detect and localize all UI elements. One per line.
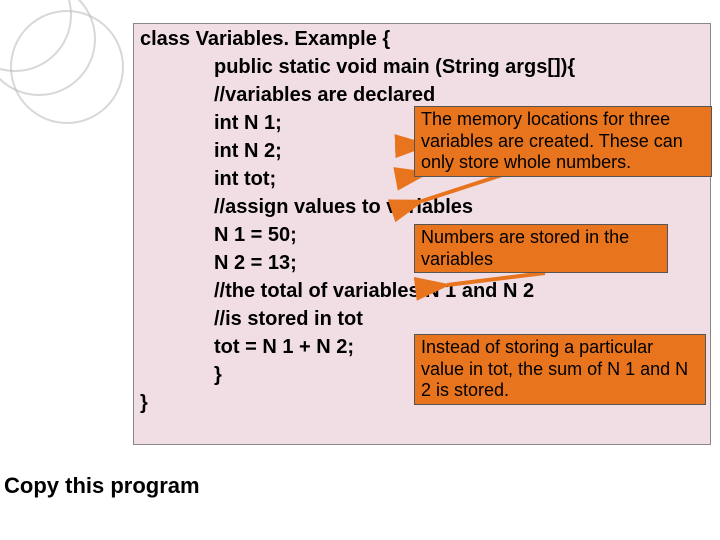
code-line-9: N 2 = 13; [214,252,297,275]
callout-total: Instead of storing a particular value in… [414,334,706,405]
code-line-13: } [214,364,222,387]
instruction-text: Copy this program [4,473,200,499]
code-line-5: int N 2; [214,140,282,163]
code-line-7: //assign values to variables [214,196,473,219]
code-box: class Variables. Example { public static… [133,23,711,445]
code-line-3: //variables are declared [214,84,435,107]
code-line-12: tot = N 1 + N 2; [214,336,354,359]
code-line-8: N 1 = 50; [214,224,297,247]
callout-numbers: Numbers are stored in the variables [414,224,668,273]
bg-circle-3 [10,10,124,124]
code-line-14: } [140,392,148,415]
code-line-6: int tot; [214,168,276,191]
code-line-11: //is stored in tot [214,308,363,331]
callout-memory: The memory locations for three variables… [414,106,712,177]
code-line-10: //the total of variables N 1 and N 2 [214,280,534,303]
code-line-4: int N 1; [214,112,282,135]
code-line-2: public static void main (String args[]){ [214,56,575,79]
code-line-1: class Variables. Example { [140,28,390,51]
